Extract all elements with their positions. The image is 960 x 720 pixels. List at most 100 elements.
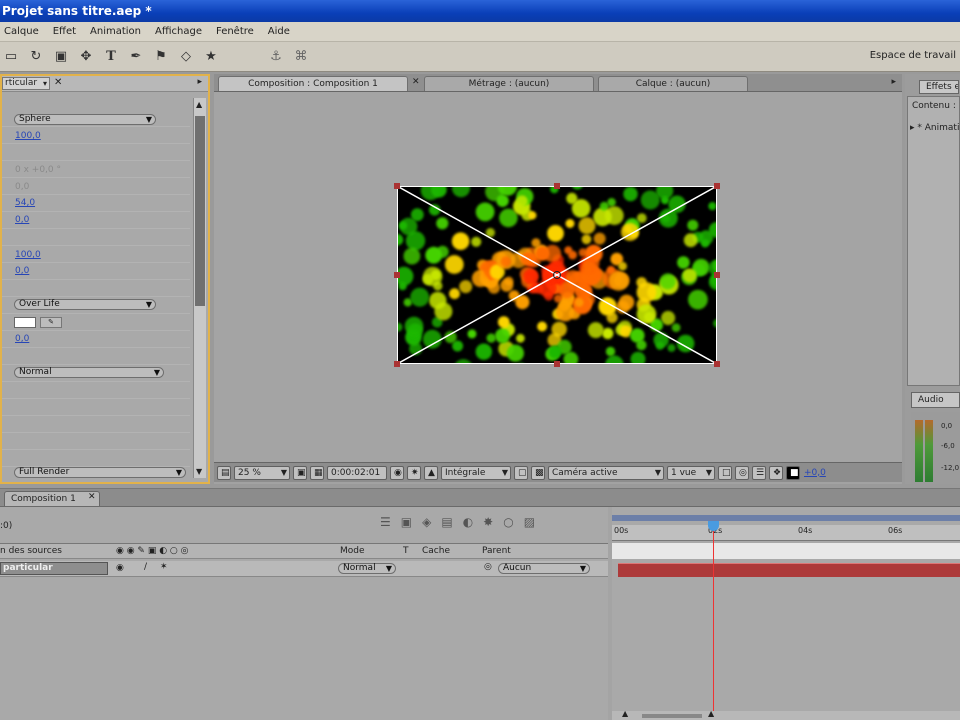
live-update-icon[interactable]: ▨ bbox=[524, 515, 535, 529]
transparency-grid-icon[interactable]: ▩ bbox=[531, 465, 545, 480]
tab-footage[interactable]: Métrage : (aucun) bbox=[424, 76, 594, 91]
shy-layers-icon[interactable]: ◈ bbox=[422, 515, 431, 529]
timeline-zoom-slider[interactable]: ▲ ▲ bbox=[612, 709, 960, 720]
time-ruler[interactable]: 00s 02s 04s 06s bbox=[612, 525, 960, 541]
fx-icon[interactable]: ✶ bbox=[160, 562, 168, 572]
param-value[interactable]: 0,0 bbox=[15, 266, 29, 276]
tab-layer[interactable]: Calque : (aucun) bbox=[598, 76, 748, 91]
layer-handle[interactable] bbox=[714, 183, 720, 189]
close-icon[interactable]: ✕ bbox=[54, 77, 62, 88]
zoom-dropdown[interactable]: 25 % ▼ bbox=[234, 465, 290, 480]
current-time-indicator[interactable] bbox=[713, 521, 714, 720]
clone-stamp-icon[interactable]: ⚑ bbox=[150, 46, 172, 68]
eyedropper-icon[interactable]: ✎ bbox=[40, 317, 62, 328]
work-area-bar[interactable] bbox=[612, 515, 960, 521]
parent-pickwhip-icon[interactable]: ◎ bbox=[484, 562, 492, 572]
effect-switch-icon[interactable]: ∕ bbox=[144, 562, 147, 572]
param-value[interactable]: 100,0 bbox=[15, 131, 41, 141]
col-t[interactable]: T bbox=[403, 546, 409, 556]
views-dropdown[interactable]: 1 vue ▼ bbox=[667, 465, 715, 480]
pan-behind-icon[interactable]: ✥ bbox=[75, 46, 97, 68]
param-value[interactable]: 54,0 bbox=[15, 198, 35, 208]
menu-effet[interactable]: Effet bbox=[53, 26, 76, 37]
select-icon[interactable]: ▭ bbox=[0, 46, 22, 68]
exposure-value[interactable]: +0,0 bbox=[804, 468, 826, 478]
timecode-display[interactable]: 0:00:02:01 bbox=[327, 465, 387, 480]
layer-row[interactable]: particular ◉ ∕ ✶ Normal ▼ ◎ Aucun ▼ bbox=[0, 561, 608, 577]
workspace-label[interactable]: Espace de travail bbox=[870, 50, 956, 61]
scroll-down-icon[interactable]: ▼ bbox=[196, 467, 202, 476]
menu-affichage[interactable]: Affichage bbox=[155, 26, 202, 37]
parent-dropdown[interactable]: Aucun ▼ bbox=[498, 563, 590, 574]
timeline-timecode[interactable]: :0) bbox=[0, 521, 12, 531]
scrollbar-thumb[interactable] bbox=[195, 116, 205, 306]
region-of-interest-icon[interactable]: ▢ bbox=[514, 465, 528, 480]
frame-blending-icon[interactable]: ▤ bbox=[441, 515, 452, 529]
layer-name-field[interactable]: particular bbox=[0, 562, 108, 575]
layer-handle[interactable] bbox=[394, 183, 400, 189]
col-source-name[interactable]: n des sources bbox=[0, 546, 62, 556]
text-icon[interactable]: T bbox=[100, 46, 122, 68]
render-mode-dropdown[interactable]: Full Render ▼ bbox=[14, 467, 186, 478]
exposure-reset-icon[interactable]: ■ bbox=[786, 465, 800, 480]
toggle-pixel-aspect-icon[interactable]: □ bbox=[718, 465, 732, 480]
graph-editor-icon[interactable]: ○ bbox=[503, 515, 513, 529]
rotate-icon[interactable]: ↻ bbox=[25, 46, 47, 68]
axis-icon[interactable]: ⌘ bbox=[290, 46, 312, 68]
flowchart-icon[interactable]: ❖ bbox=[769, 465, 783, 480]
layer-mode-dropdown[interactable]: Normal ▼ bbox=[338, 563, 396, 574]
snapshot-icon[interactable]: ◉ bbox=[390, 465, 404, 480]
eraser-icon[interactable]: ◇ bbox=[175, 46, 197, 68]
layer-handle[interactable] bbox=[714, 361, 720, 367]
effects-presets-tab[interactable]: Effets et paramètres prédéfinis bbox=[919, 80, 959, 94]
zoom-in-icon[interactable]: ▲ bbox=[708, 709, 714, 718]
zoom-slider-track[interactable] bbox=[642, 714, 702, 718]
camera-dropdown[interactable]: Caméra active ▼ bbox=[548, 465, 664, 480]
composition-frame[interactable] bbox=[394, 183, 720, 367]
color-swatch[interactable] bbox=[14, 317, 36, 328]
timeline-graph[interactable]: 00s 02s 04s 06s ▲ ▲ bbox=[612, 507, 960, 720]
audio-tab[interactable]: Audio bbox=[911, 392, 960, 408]
show-snapshot-icon[interactable]: ✷ bbox=[407, 465, 421, 480]
draft-3d-icon[interactable]: ▣ bbox=[401, 515, 412, 529]
layer-handle[interactable] bbox=[714, 272, 720, 278]
layer-duration-bar[interactable] bbox=[618, 563, 960, 577]
anchor-point[interactable] bbox=[553, 271, 561, 279]
close-icon[interactable]: ✕ bbox=[88, 492, 96, 502]
param-value[interactable]: 100,0 bbox=[15, 250, 41, 260]
zoom-out-icon[interactable]: ▲ bbox=[622, 709, 628, 718]
menu-aide[interactable]: Aide bbox=[268, 26, 290, 37]
grid-icon[interactable]: ▦ bbox=[310, 465, 324, 480]
composition-viewer[interactable] bbox=[214, 92, 902, 462]
shape-dropdown[interactable]: Sphere ▼ bbox=[14, 114, 156, 125]
effect-controls-tab[interactable]: rticular ▾ bbox=[2, 77, 50, 90]
magnification-icon[interactable]: ▤ bbox=[217, 465, 231, 480]
tab-composition[interactable]: Composition : Composition 1 bbox=[218, 76, 408, 91]
puppet-pin-icon[interactable]: ★ bbox=[200, 46, 222, 68]
safe-zones-icon[interactable]: ▣ bbox=[293, 465, 307, 480]
blend-mode-dropdown[interactable]: Normal ▼ bbox=[14, 367, 164, 378]
camera-icon[interactable]: ▣ bbox=[50, 46, 72, 68]
param-value[interactable]: 0,0 bbox=[15, 215, 29, 225]
effect-controls-scrollbar[interactable]: ▲ ▼ bbox=[193, 98, 206, 478]
timeline-icon[interactable]: ☰ bbox=[752, 465, 766, 480]
panel-menu-icon[interactable]: ▸ bbox=[891, 77, 896, 87]
anchor-icon[interactable]: ⚓ bbox=[265, 46, 287, 68]
motion-blur-icon[interactable]: ◐ bbox=[463, 515, 473, 529]
layer-handle[interactable] bbox=[394, 361, 400, 367]
comp-flowchart-icon[interactable]: ☰ bbox=[380, 515, 391, 529]
layer-handle[interactable] bbox=[394, 272, 400, 278]
menu-animation[interactable]: Animation bbox=[90, 26, 141, 37]
col-mode[interactable]: Mode bbox=[340, 546, 365, 556]
expand-icon[interactable]: ▸ bbox=[910, 123, 915, 133]
col-parent[interactable]: Parent bbox=[482, 546, 511, 556]
fast-previews-icon[interactable]: ◎ bbox=[735, 465, 749, 480]
layer-handle[interactable] bbox=[554, 361, 560, 367]
preset-item[interactable]: ▸ * Animation bbox=[910, 123, 960, 133]
layer-handle[interactable] bbox=[554, 183, 560, 189]
close-icon[interactable]: ✕ bbox=[412, 77, 420, 87]
resolution-dropdown[interactable]: Intégrale ▼ bbox=[441, 465, 511, 480]
channel-icon[interactable]: ▲ bbox=[424, 465, 438, 480]
col-trkmat[interactable]: Cache bbox=[422, 546, 450, 556]
visibility-icon[interactable]: ◉ bbox=[116, 563, 124, 573]
